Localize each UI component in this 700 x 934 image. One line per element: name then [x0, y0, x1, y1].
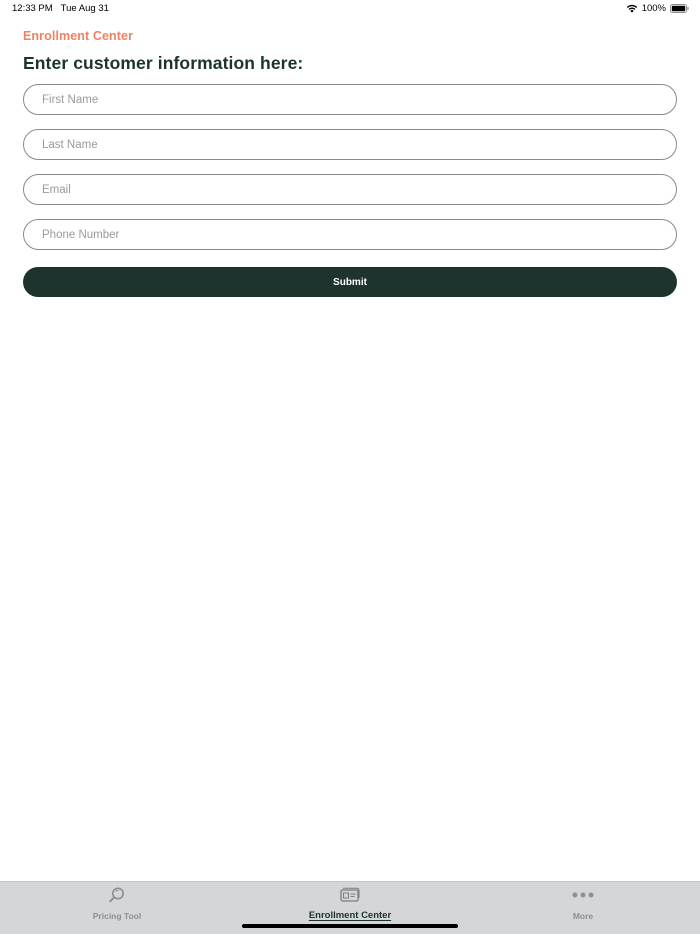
status-indicators: 100% — [626, 3, 689, 14]
status-time-group: 12:33 PM Tue Aug 31 — [12, 3, 109, 14]
tab-more[interactable]: More — [503, 882, 663, 926]
nav-title: Enrollment Center — [23, 29, 134, 43]
tab-label-more: More — [572, 911, 594, 921]
battery-icon — [670, 4, 689, 13]
first-name-input[interactable] — [23, 84, 677, 115]
tab-enrollment-center[interactable]: Enrollment Center — [270, 882, 430, 926]
tab-label-pricing-tool: Pricing Tool — [92, 911, 142, 921]
submit-button[interactable]: Submit — [23, 267, 677, 297]
more-dots-icon — [572, 886, 594, 904]
home-indicator — [242, 924, 458, 928]
search-icon — [108, 886, 126, 904]
battery-percentage: 100% — [641, 3, 666, 14]
status-time: 12:33 PM — [12, 3, 53, 14]
tab-pricing-tool[interactable]: Pricing Tool — [37, 882, 197, 926]
email-input[interactable] — [23, 174, 677, 205]
page-title: Enter customer information here: — [23, 53, 304, 73]
wifi-icon — [626, 4, 638, 13]
tab-label-enrollment-center: Enrollment Center — [308, 910, 392, 921]
phone-number-input[interactable] — [23, 219, 677, 250]
status-date: Tue Aug 31 — [60, 3, 109, 14]
enrollment-screen: 12:33 PM Tue Aug 31 100% Enrollment Cente — [0, 0, 700, 934]
id-card-icon — [340, 886, 360, 904]
status-bar: 12:33 PM Tue Aug 31 100% — [0, 0, 700, 18]
last-name-input[interactable] — [23, 129, 677, 160]
